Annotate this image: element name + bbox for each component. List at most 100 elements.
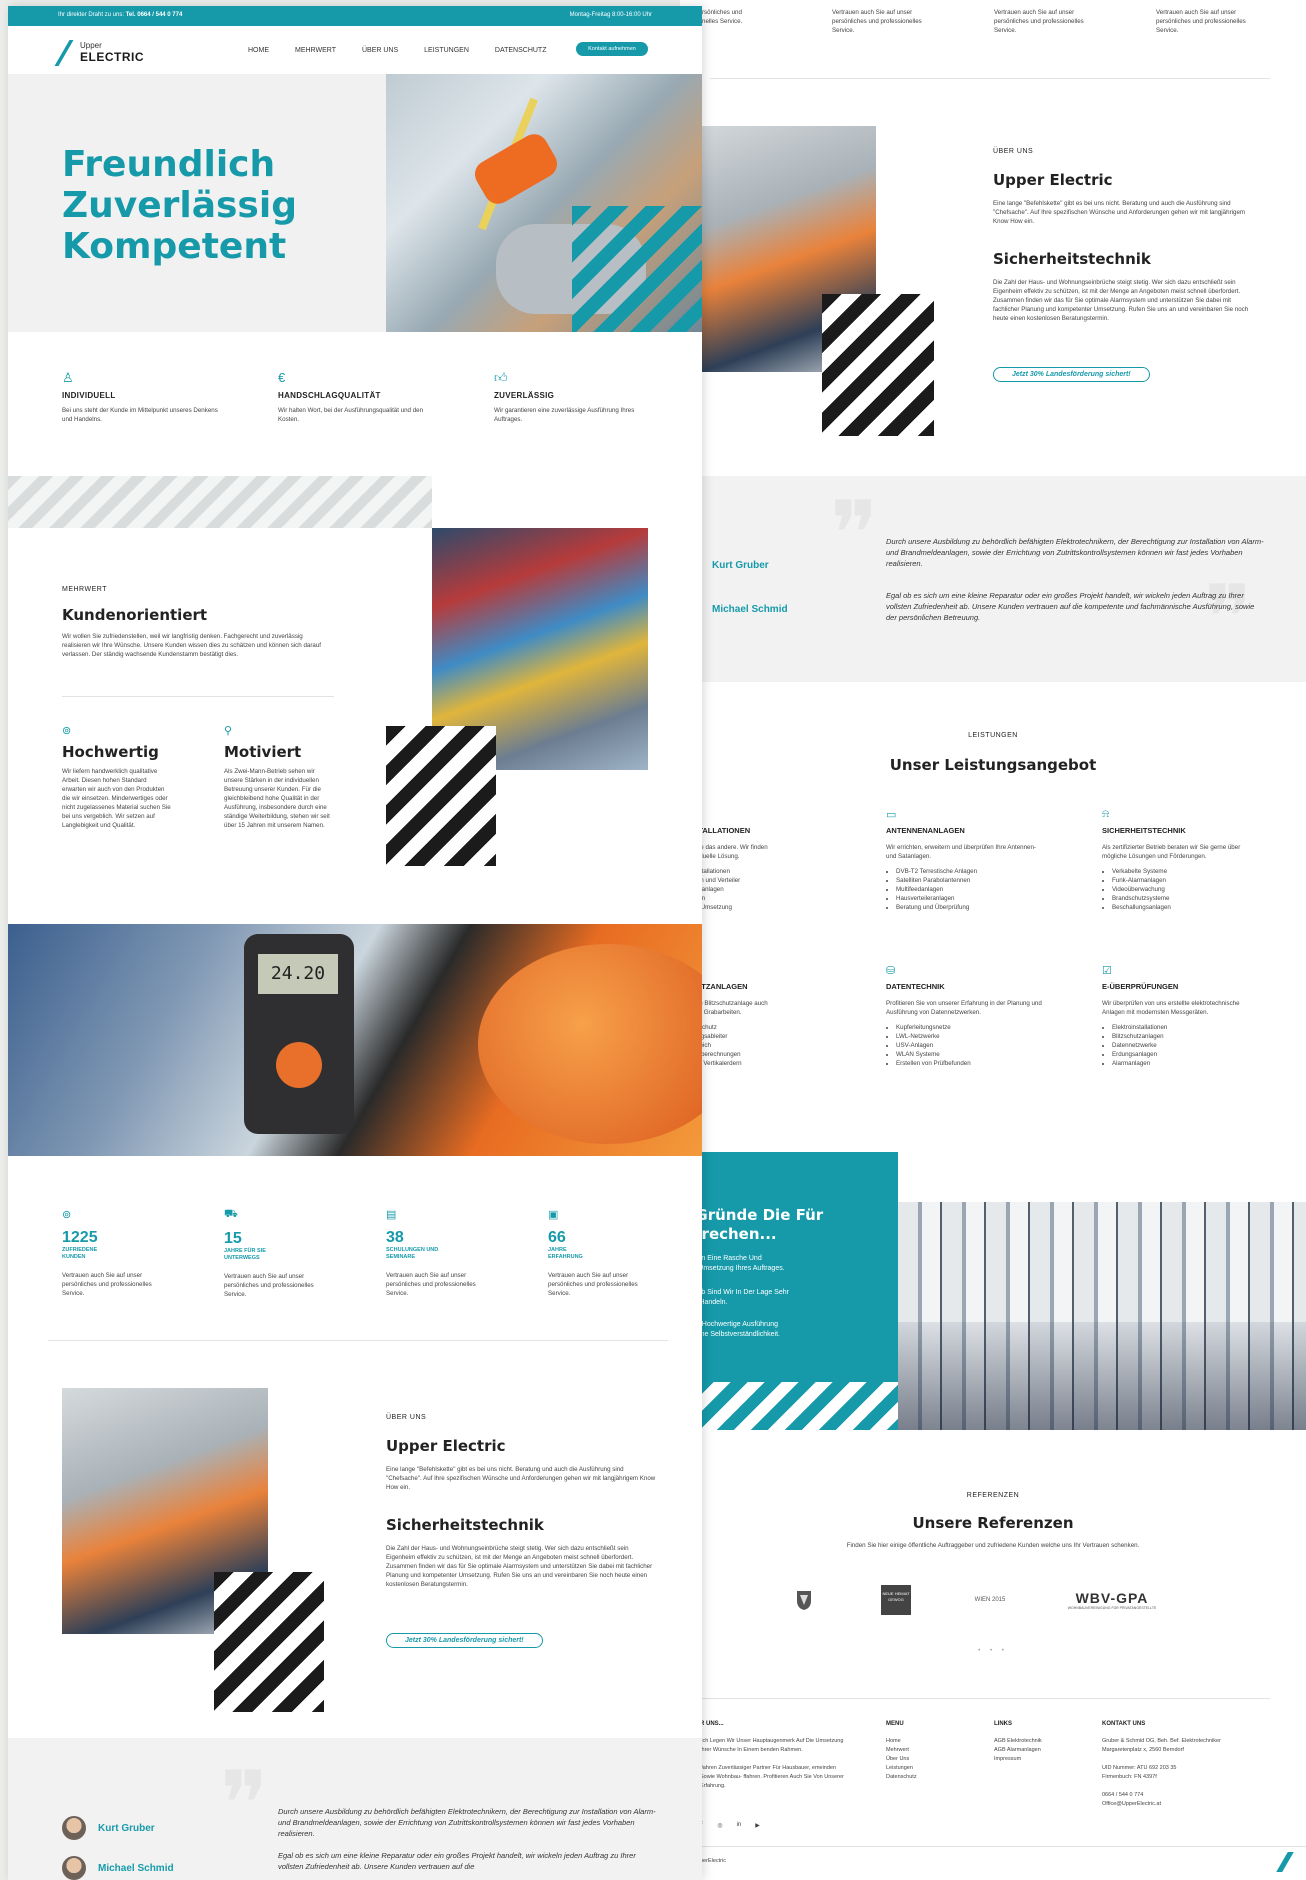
gray-stripes-decoration bbox=[8, 476, 432, 528]
linkedin-icon[interactable]: in bbox=[737, 1822, 742, 1829]
stat-item: ⛟ 15 JAHRE FÜR SIE UNTERWEGS Vertrauen a… bbox=[224, 1208, 334, 1299]
nav-item-mehrwert[interactable]: MEHRWERT bbox=[295, 47, 336, 54]
fuse-box-image bbox=[898, 1202, 1306, 1430]
about-label: ÜBER UNS bbox=[993, 148, 1034, 155]
stat-item: ▤ 38 SCHULUNGEN UND SEMINARE Vertrauen a… bbox=[386, 1208, 496, 1298]
service-list-item: USV-Anlagen bbox=[896, 1041, 1046, 1050]
copyright: perElectric bbox=[700, 1858, 726, 1864]
service-list-item: Funk-Alarmanlagen bbox=[1112, 876, 1262, 885]
funding-button[interactable]: Jetzt 30% Landesförderung sichert! bbox=[386, 1633, 543, 1648]
stats-row: ⊚ 1225 ZUFRIEDENE KUNDEN Vertrauen auch … bbox=[8, 1156, 702, 1346]
stat-text: Vertrauen auch Sie auf unser persönliche… bbox=[1156, 9, 1246, 34]
feature-handschlag: € HANDSCHLAGQUALITÄT Wir halten Wort, be… bbox=[278, 370, 438, 424]
feature-individuell: ♙ INDIVIDUELL Bei uns steht der Kunde im… bbox=[62, 370, 222, 424]
footer-link-leistungen[interactable]: Leistungen bbox=[886, 1764, 1036, 1773]
bolt-icon bbox=[680, 964, 840, 978]
logo-electric: ELECTRIC bbox=[80, 50, 144, 64]
service-list-item: ng und Umsetzung bbox=[680, 904, 732, 911]
nav-item-ueber-uns[interactable]: ÜBER UNS bbox=[362, 47, 398, 54]
logo[interactable]: Upper ELECTRIC bbox=[54, 38, 152, 66]
footer-link-datenschutz[interactable]: Datenschutz bbox=[886, 1773, 1036, 1782]
wbv-gpa-logo: WBV-GPA WOHNBAUVEREINIGUNG FÜR PRIVATANG… bbox=[1052, 1586, 1172, 1614]
footer-logo-slash-icon[interactable] bbox=[1276, 1852, 1294, 1872]
stat-label-1: JAHRE bbox=[548, 1247, 567, 1253]
service-title: SICHERHEITSTECHNIK bbox=[1102, 826, 1186, 835]
nav-item-home[interactable]: HOME bbox=[248, 47, 269, 54]
stat-text: Vertrauen auch Sie auf unser persönliche… bbox=[62, 1272, 152, 1297]
truck-icon: ⛟ bbox=[224, 1208, 238, 1220]
image-shade bbox=[898, 1322, 1306, 1430]
service-list-item: Erstellen von Prüfbefunden bbox=[896, 1059, 1046, 1068]
wbv-gpa-sub: WOHNBAUVEREINIGUNG FÜR PRIVATANGESTELLTE bbox=[1067, 1606, 1157, 1610]
nav-links: HOME MEHRWERT ÜBER UNS LEISTUNGEN DATENS… bbox=[248, 47, 546, 54]
feature-title: HANDSCHLAGQUALITÄT bbox=[278, 391, 381, 400]
multimeter-image: 24.20 bbox=[8, 924, 702, 1156]
stat-number: 66 bbox=[548, 1229, 566, 1246]
nav-item-leistungen[interactable]: LEISTUNGEN bbox=[424, 47, 469, 54]
service-list-item: eitungen und Verteiler bbox=[680, 877, 741, 884]
footer-text: lich Legen Wir Unser Hauptaugenmerk Auf … bbox=[700, 1738, 844, 1789]
about-title: Upper Electric bbox=[993, 171, 1113, 189]
wien-logo: WIEN 2015 bbox=[974, 1597, 1006, 1603]
service-title: DATENTECHNIK bbox=[886, 982, 945, 991]
hochwertig-block: ⊚ Hochwertig Wir liefern handwerklich qu… bbox=[62, 724, 172, 830]
stat-label-1: SCHULUNGEN UND bbox=[386, 1247, 439, 1253]
person-name: Michael Schmid bbox=[712, 604, 788, 615]
nav-item-datenschutz[interactable]: DATENSCHUTZ bbox=[495, 47, 547, 54]
black-stripes-decoration bbox=[214, 1572, 324, 1712]
service-item: OINSTALLATIONEN kt ist wie das andere. W… bbox=[680, 808, 840, 912]
service-list-item: Erdungsanlagen bbox=[1112, 1050, 1262, 1059]
testimonial-text: Durch unsere Ausbildung zu behördlich be… bbox=[278, 1807, 656, 1838]
service-item: ⛁ DATENTECHNIK Profitieren Sie von unser… bbox=[886, 964, 1046, 1068]
service-list-item: Beratung und Überprüfung bbox=[896, 903, 1046, 912]
service-list: er Blitzschutz pannungsableiter alausgle… bbox=[680, 1023, 840, 1068]
service-title: OINSTALLATIONEN bbox=[680, 826, 751, 835]
stat-label-2: SEMINARE bbox=[386, 1254, 416, 1260]
service-list-item: pannungsableiter bbox=[680, 1033, 728, 1040]
hero: Freundlich Zuverlässig Kompetent bbox=[8, 74, 702, 332]
feature-title: ZUVERLÄSSIG bbox=[494, 391, 555, 400]
references-label: REFERENZEN bbox=[966, 1492, 1020, 1499]
stat-text: rsönliches und nelles Service. bbox=[702, 9, 743, 25]
wbv-gpa-wordmark: WBV-GPA bbox=[1075, 1590, 1149, 1606]
testimonial-person: Kurt Gruber bbox=[62, 1816, 155, 1840]
instagram-icon[interactable]: ◎ bbox=[717, 1822, 722, 1829]
thumbs-up-icon: 👍︎ bbox=[494, 370, 508, 385]
stats-texts-continued: rsönliches und nelles Service. Vertrauen… bbox=[680, 0, 1306, 80]
testimonial-person: Michael Schmid bbox=[62, 1856, 174, 1880]
checklist-icon: ☑ bbox=[1102, 965, 1112, 977]
stat-text: Vertrauen auch Sie auf unser persönliche… bbox=[832, 9, 922, 34]
neue-heimat-text: NEUE HEIMAT GEWOG bbox=[881, 1585, 911, 1615]
testimonials: ❞ ❞ Kurt Gruber Michael Schmid Durch uns… bbox=[680, 476, 1306, 682]
feature-zuverlaessig: 👍︎ ZUVERLÄSSIG Wir garantieren eine zuve… bbox=[494, 370, 654, 424]
euro-icon: € bbox=[278, 370, 286, 385]
helmet-shape bbox=[478, 944, 702, 1144]
person-name: Michael Schmid bbox=[98, 1862, 174, 1874]
footer-about: R UNS... lich Legen Wir Unser Hauptaugen… bbox=[700, 1720, 850, 1791]
divider bbox=[680, 1846, 1306, 1847]
footer-title: KONTAKT UNS bbox=[1102, 1721, 1146, 1727]
about-label: ÜBER UNS bbox=[386, 1414, 427, 1421]
youtube-icon[interactable]: ▶ bbox=[755, 1822, 760, 1829]
hero-line-2: Zuverlässig bbox=[62, 185, 297, 226]
document-icon: ▤ bbox=[386, 1209, 397, 1221]
pin-icon: ⚲ bbox=[224, 725, 233, 737]
service-list-item: Beschallungsanlagen bbox=[1112, 903, 1262, 912]
bell-icon: ⍾ bbox=[1102, 808, 1110, 820]
funding-button[interactable]: Jetzt 30% Landesförderung sichert! bbox=[993, 367, 1150, 382]
service-text: kt ist wie das andere. Wir finden e indi… bbox=[680, 844, 768, 860]
social-links: ƒ ◎ in ▶ bbox=[700, 1822, 760, 1829]
service-text: hen Ihre Blitzschutzanlage auch ch ohne … bbox=[680, 1000, 768, 1016]
black-stripes-decoration bbox=[386, 726, 496, 866]
contact-button[interactable]: Kontakt aufnehmen bbox=[576, 42, 648, 56]
carousel-dots[interactable]: • • • bbox=[680, 1648, 1306, 1654]
mehrwert-text: Wir wollen Sie zufriedenstellen, weil wi… bbox=[62, 633, 321, 658]
service-item: ⍾ SICHERHEITSTECHNIK Als zertifizierter … bbox=[1102, 808, 1262, 912]
divider bbox=[700, 1698, 1270, 1699]
service-list-item: Blitzschutzanlagen bbox=[1112, 1032, 1262, 1041]
service-list-item: Satelliten Parabolantennen bbox=[896, 876, 1046, 885]
quote-icon: ❞ bbox=[220, 1752, 269, 1857]
topbar-phone[interactable]: Tel. 0664 / 544 0 774 bbox=[126, 12, 183, 18]
mehrwert-title: Kundenorientiert bbox=[62, 606, 208, 624]
person-name: Kurt Gruber bbox=[98, 1822, 155, 1834]
